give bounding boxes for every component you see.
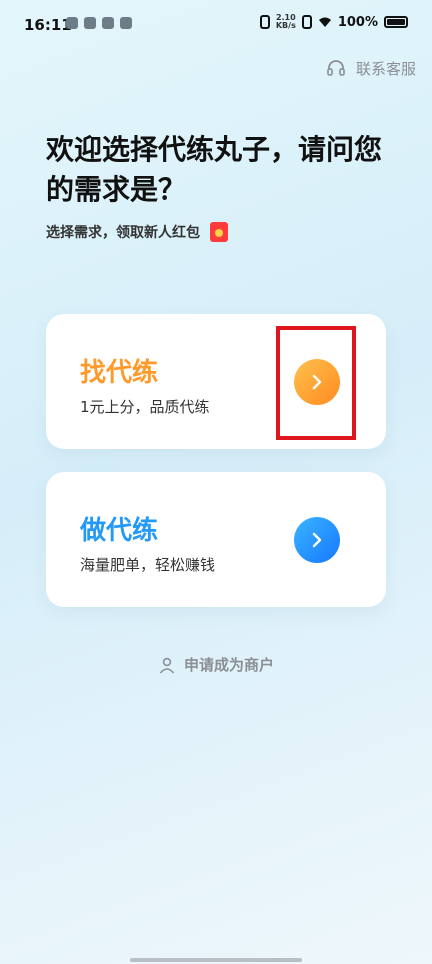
home-indicator[interactable] (130, 958, 302, 962)
person-icon (159, 657, 175, 674)
be-booster-card[interactable]: 做代练 海量肥单，轻松赚钱 (46, 472, 386, 607)
contact-service-label: 联系客服 (355, 60, 416, 78)
status-right: 2.10 KB/s 100% (259, 14, 408, 30)
apply-merchant-label: 申请成为商户 (183, 656, 274, 674)
wifi-icon (318, 17, 331, 27)
find-booster-desc: 1元上分，品质代练 (80, 398, 210, 416)
sim-icon (301, 15, 312, 29)
vibrate-icon (259, 15, 270, 29)
welcome-subtitle: 选择需求，领取新人红包 (46, 225, 200, 241)
red-packet-icon (210, 222, 228, 242)
network-speed-unit: KB/s (275, 21, 296, 30)
find-booster-title: 找代练 (80, 358, 159, 388)
apply-merchant-link[interactable]: 申请成为商户 (0, 654, 432, 675)
notification-app-icon (66, 17, 78, 29)
be-booster-title: 做代练 (80, 516, 159, 546)
highlight-box (276, 326, 356, 440)
find-booster-card[interactable]: 找代练 1元上分，品质代练 (46, 314, 386, 449)
headset-icon (327, 59, 345, 76)
notification-app-icon (84, 17, 96, 29)
contact-service-button[interactable]: 联系客服 (326, 58, 416, 79)
chevron-right-icon (312, 532, 322, 548)
battery-percent: 100% (337, 14, 378, 30)
notification-app-icon (102, 17, 114, 29)
status-time: 16:11 (24, 16, 72, 34)
notification-app-icon (120, 17, 132, 29)
notification-icons (66, 17, 132, 29)
be-booster-desc: 海量肥单，轻松赚钱 (80, 556, 216, 574)
network-speed: 2.10 KB/s (276, 14, 296, 30)
status-bar: 16:11 2.10 KB/s 100% (0, 0, 432, 52)
welcome-title: 欢迎选择代练丸子，请问您的需求是？ (46, 133, 383, 206)
welcome-subtitle-row: 选择需求，领取新人红包 (46, 222, 228, 242)
be-booster-arrow-button[interactable] (294, 517, 340, 563)
battery-icon (384, 16, 408, 28)
